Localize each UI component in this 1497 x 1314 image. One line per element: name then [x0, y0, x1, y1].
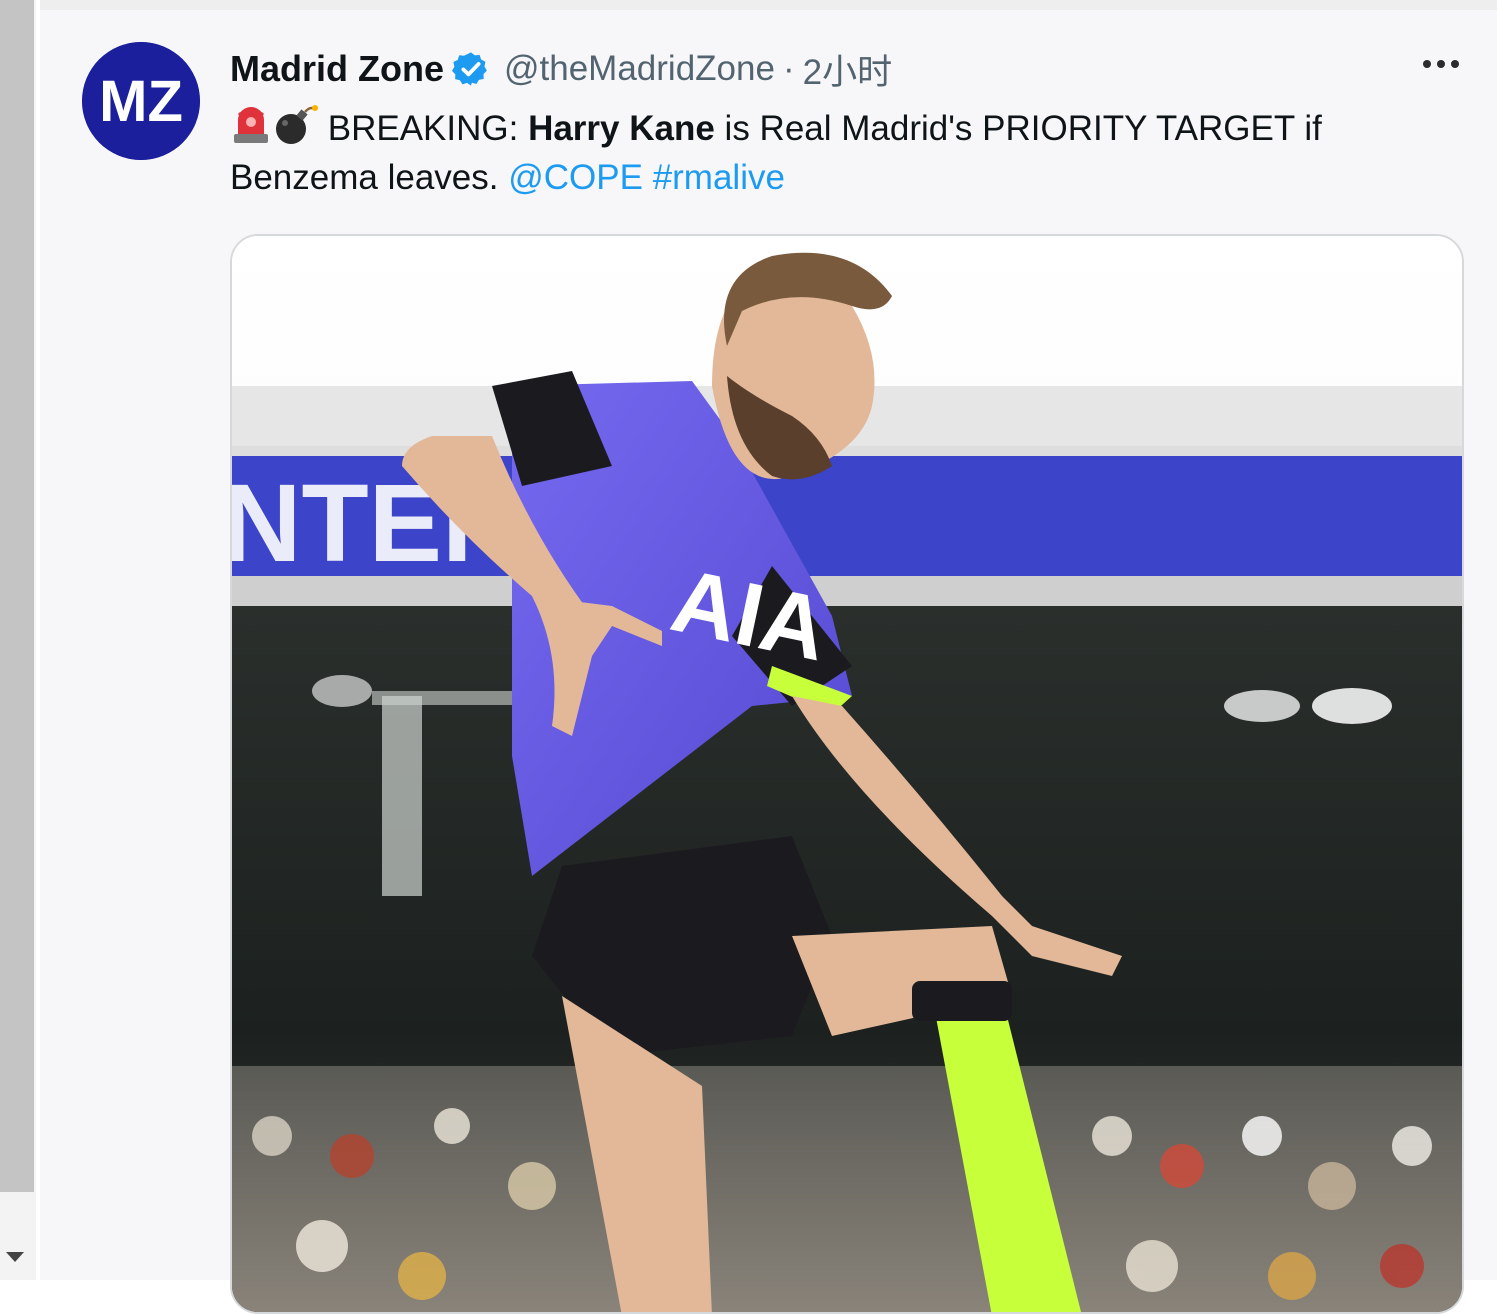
- mention-link[interactable]: @COPE: [508, 158, 643, 197]
- timestamp[interactable]: 2小时: [803, 44, 892, 95]
- tweet-text-part1: BREAKING:: [318, 109, 529, 148]
- separator-dot: ·: [782, 49, 795, 88]
- tweet-header: Madrid Zone @theMadridZone · 2小时: [230, 44, 892, 94]
- tweet-text-bold: Harry Kane: [528, 109, 715, 148]
- police-car-light-icon: [234, 107, 268, 143]
- bomb-icon: [276, 105, 318, 144]
- scrollbar[interactable]: [0, 0, 36, 1280]
- photo-footballer-celebrating: NTER AIA: [232, 236, 1462, 1312]
- avatar[interactable]: MZ: [82, 42, 200, 160]
- author-handle[interactable]: @theMadridZone: [504, 49, 775, 89]
- scrollbar-thumb[interactable]: [0, 0, 34, 1192]
- verified-badge-icon: [452, 52, 487, 86]
- scroll-down-arrow-icon[interactable]: [6, 1252, 24, 1262]
- text-space: [643, 158, 653, 197]
- tweet[interactable]: MZ Madrid Zone @theMadridZone · 2小时 BREA…: [40, 0, 1497, 1314]
- tweet-media-image[interactable]: NTER AIA: [230, 234, 1464, 1314]
- more-options-icon[interactable]: [1423, 60, 1459, 68]
- avatar-initials: MZ: [99, 69, 183, 134]
- tweet-text: BREAKING: Harry Kane is Real Madrid's PR…: [230, 104, 1430, 202]
- author-name[interactable]: Madrid Zone: [230, 48, 444, 90]
- hashtag-link[interactable]: #rmalive: [653, 158, 785, 197]
